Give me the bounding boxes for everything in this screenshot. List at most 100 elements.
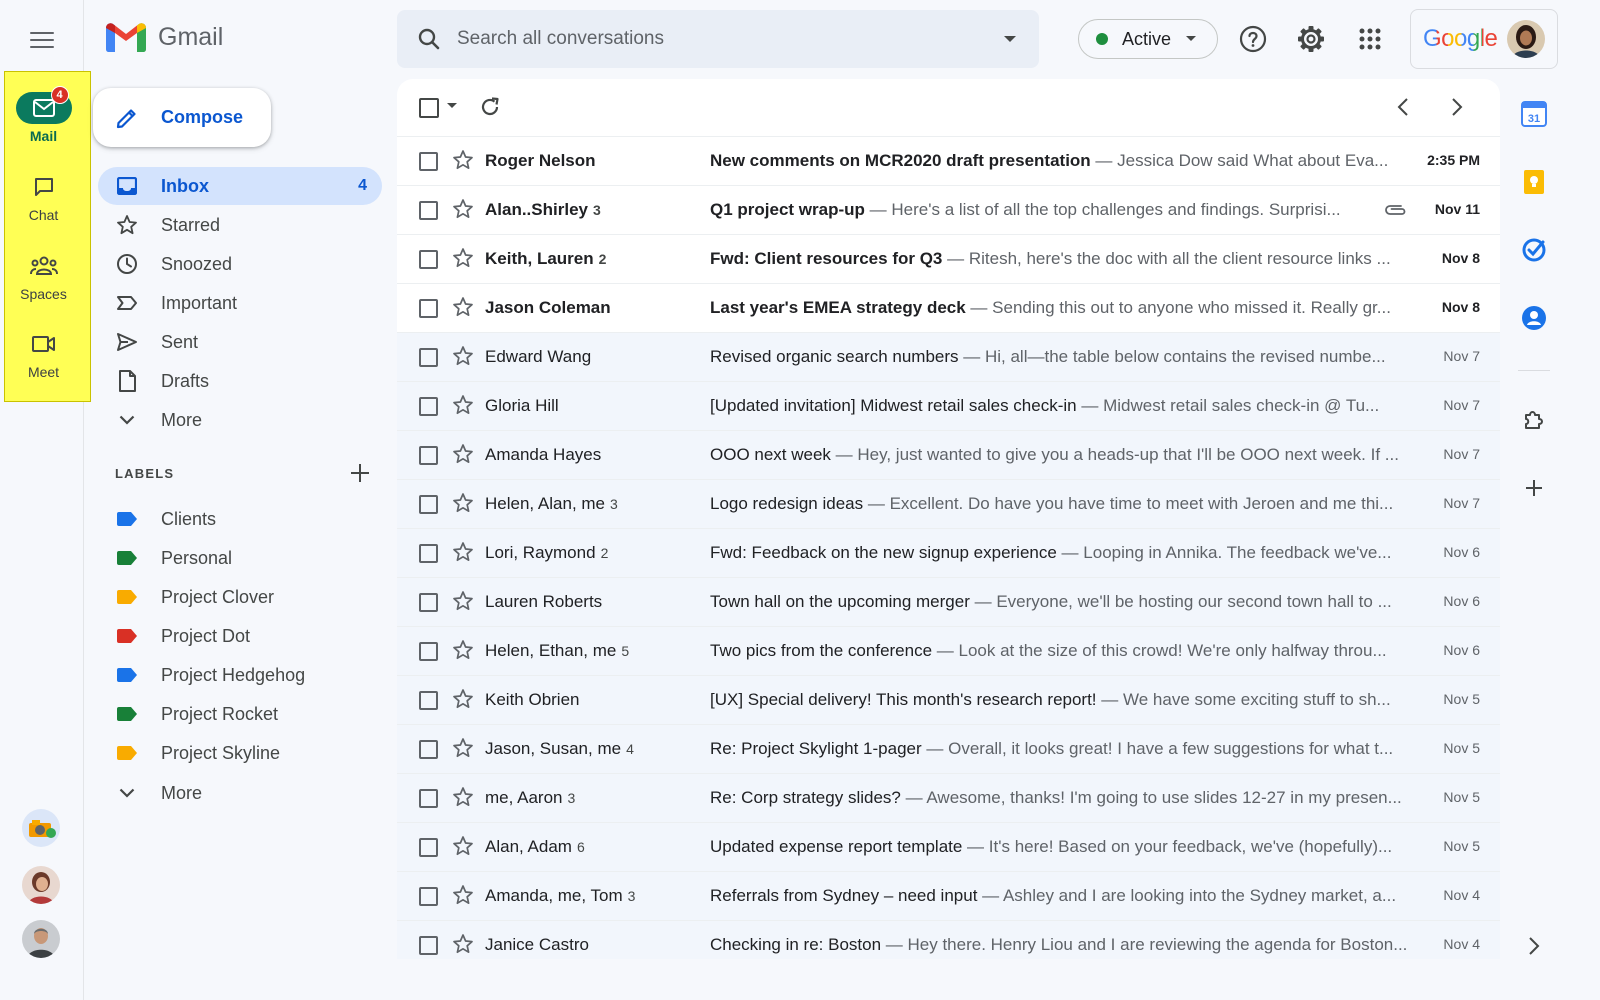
rail-item-meet[interactable]: Meet (4, 328, 83, 380)
star-icon[interactable] (452, 884, 476, 908)
account-switcher[interactable]: Google (1410, 9, 1558, 69)
status-selector[interactable]: Active (1078, 19, 1218, 59)
gmail-logo[interactable]: Gmail (106, 22, 223, 52)
star-icon[interactable] (452, 394, 476, 418)
nav-item-drafts[interactable]: Drafts (98, 362, 382, 400)
apps-grid-icon[interactable] (1351, 20, 1389, 58)
row-checkbox[interactable] (419, 299, 438, 318)
star-icon[interactable] (452, 198, 476, 222)
email-row[interactable]: Jason Coleman Last year's EMEA strategy d… (397, 284, 1500, 333)
email-row[interactable]: Alan..Shirley 3 Q1 project wrap-up — Here'… (397, 186, 1500, 235)
settings-gear-icon[interactable] (1292, 20, 1330, 58)
row-checkbox[interactable] (419, 495, 438, 514)
search-options-icon[interactable] (1003, 34, 1017, 44)
calendar-icon[interactable]: 31 (1518, 98, 1550, 130)
row-checkbox[interactable] (419, 201, 438, 220)
search-input[interactable] (457, 28, 977, 50)
keep-icon[interactable] (1518, 166, 1550, 198)
row-checkbox[interactable] (419, 152, 438, 171)
nav-item-more[interactable]: More (98, 401, 382, 439)
row-checkbox[interactable] (419, 397, 438, 416)
email-row[interactable]: Gloria Hill [Updated invitation] Midwest … (397, 382, 1500, 431)
row-checkbox[interactable] (419, 446, 438, 465)
thread-count: 4 (626, 741, 634, 757)
main-menu-icon[interactable] (22, 24, 62, 56)
email-row[interactable]: Keith Obrien [UX] Special delivery! This … (397, 676, 1500, 725)
rail-item-spaces[interactable]: Spaces (4, 250, 83, 302)
help-icon[interactable] (1234, 20, 1272, 58)
label-item[interactable]: Project Clover (98, 578, 382, 616)
star-icon[interactable] (452, 933, 476, 957)
search-icon[interactable] (417, 27, 441, 51)
email-row[interactable]: Lauren Roberts Town hall on the upcoming … (397, 578, 1500, 627)
star-icon[interactable] (452, 345, 476, 369)
email-row[interactable]: me, Aaron 3 Re: Corp strategy slides? — Aw… (397, 774, 1500, 823)
label-item[interactable]: Project Dot (98, 617, 382, 655)
profile-avatar[interactable] (1507, 20, 1546, 58)
label-item[interactable]: Personal (98, 539, 382, 577)
row-checkbox[interactable] (419, 838, 438, 857)
email-row[interactable]: Helen, Ethan, me 5 Two pics from the confe… (397, 627, 1500, 676)
tasks-icon[interactable] (1518, 234, 1550, 266)
space-avatar[interactable] (22, 809, 60, 847)
star-icon[interactable] (452, 590, 476, 614)
nav-item-important[interactable]: Important (98, 284, 382, 322)
newer-page-icon[interactable] (1397, 97, 1409, 117)
row-checkbox[interactable] (419, 593, 438, 612)
star-icon[interactable] (452, 639, 476, 663)
label-item[interactable]: Project Rocket (98, 695, 382, 733)
contact-avatar[interactable] (22, 866, 60, 904)
contacts-icon[interactable] (1518, 302, 1550, 334)
label-item[interactable]: Project Hedgehog (98, 656, 382, 694)
star-icon[interactable] (452, 296, 476, 320)
label-item[interactable]: Project Skyline (98, 734, 382, 772)
add-label-icon[interactable] (346, 459, 374, 487)
star-icon[interactable] (452, 541, 476, 565)
star-icon[interactable] (452, 737, 476, 761)
row-checkbox[interactable] (419, 250, 438, 269)
email-row[interactable]: Amanda, me, Tom 3 Referrals from Sydney – … (397, 872, 1500, 921)
nav-item-starred[interactable]: Starred (98, 206, 382, 244)
email-row[interactable]: Jason, Susan, me 4 Re: Project Skylight 1-… (397, 725, 1500, 774)
expand-panel-icon[interactable] (1518, 930, 1550, 962)
select-menu-icon[interactable] (447, 103, 457, 109)
rail-item-mail[interactable]: 4 Mail (4, 86, 83, 144)
email-row[interactable]: Amanda Hayes OOO next week — Hey, just wa… (397, 431, 1500, 480)
add-icon[interactable] (1518, 472, 1550, 504)
row-checkbox[interactable] (419, 789, 438, 808)
row-checkbox[interactable] (419, 740, 438, 759)
email-row[interactable]: Lori, Raymond 2 Fwd: Feedback on the new s… (397, 529, 1500, 578)
label-item[interactable]: Clients (98, 500, 382, 538)
row-checkbox[interactable] (419, 544, 438, 563)
compose-button[interactable]: Compose (93, 88, 271, 147)
nav-item-inbox[interactable]: Inbox 4 (98, 167, 382, 205)
row-checkbox[interactable] (419, 642, 438, 661)
contact-avatar[interactable] (22, 920, 60, 958)
star-icon[interactable] (452, 443, 476, 467)
rail-item-chat[interactable]: Chat (4, 171, 83, 223)
row-checkbox[interactable] (419, 348, 438, 367)
email-row[interactable]: Helen, Alan, me 3 Logo redesign ideas — Ex… (397, 480, 1500, 529)
star-icon[interactable] (452, 835, 476, 859)
star-icon[interactable] (452, 492, 476, 516)
email-row[interactable]: Keith, Lauren 2 Fwd: Client resources for … (397, 235, 1500, 284)
labels-more[interactable]: More (98, 774, 382, 812)
older-page-icon[interactable] (1451, 97, 1463, 117)
addons-icon[interactable] (1518, 404, 1550, 436)
select-all-checkbox[interactable] (419, 98, 439, 118)
row-checkbox[interactable] (419, 691, 438, 710)
email-row[interactable]: Janice Castro Checking in re: Boston — He… (397, 921, 1500, 959)
star-icon[interactable] (452, 688, 476, 712)
email-row[interactable]: Roger Nelson New comments on MCR2020 draf… (397, 137, 1500, 186)
row-checkbox[interactable] (419, 887, 438, 906)
nav-item-snoozed[interactable]: Snoozed (98, 245, 382, 283)
search-bar[interactable] (397, 10, 1039, 68)
star-icon[interactable] (452, 149, 476, 173)
email-row[interactable]: Edward Wang Revised organic search number… (397, 333, 1500, 382)
row-checkbox[interactable] (419, 936, 438, 955)
refresh-icon[interactable] (479, 96, 501, 118)
nav-item-sent[interactable]: Sent (98, 323, 382, 361)
star-icon[interactable] (452, 247, 476, 271)
star-icon[interactable] (452, 786, 476, 810)
email-row[interactable]: Alan, Adam 6 Updated expense report templa… (397, 823, 1500, 872)
